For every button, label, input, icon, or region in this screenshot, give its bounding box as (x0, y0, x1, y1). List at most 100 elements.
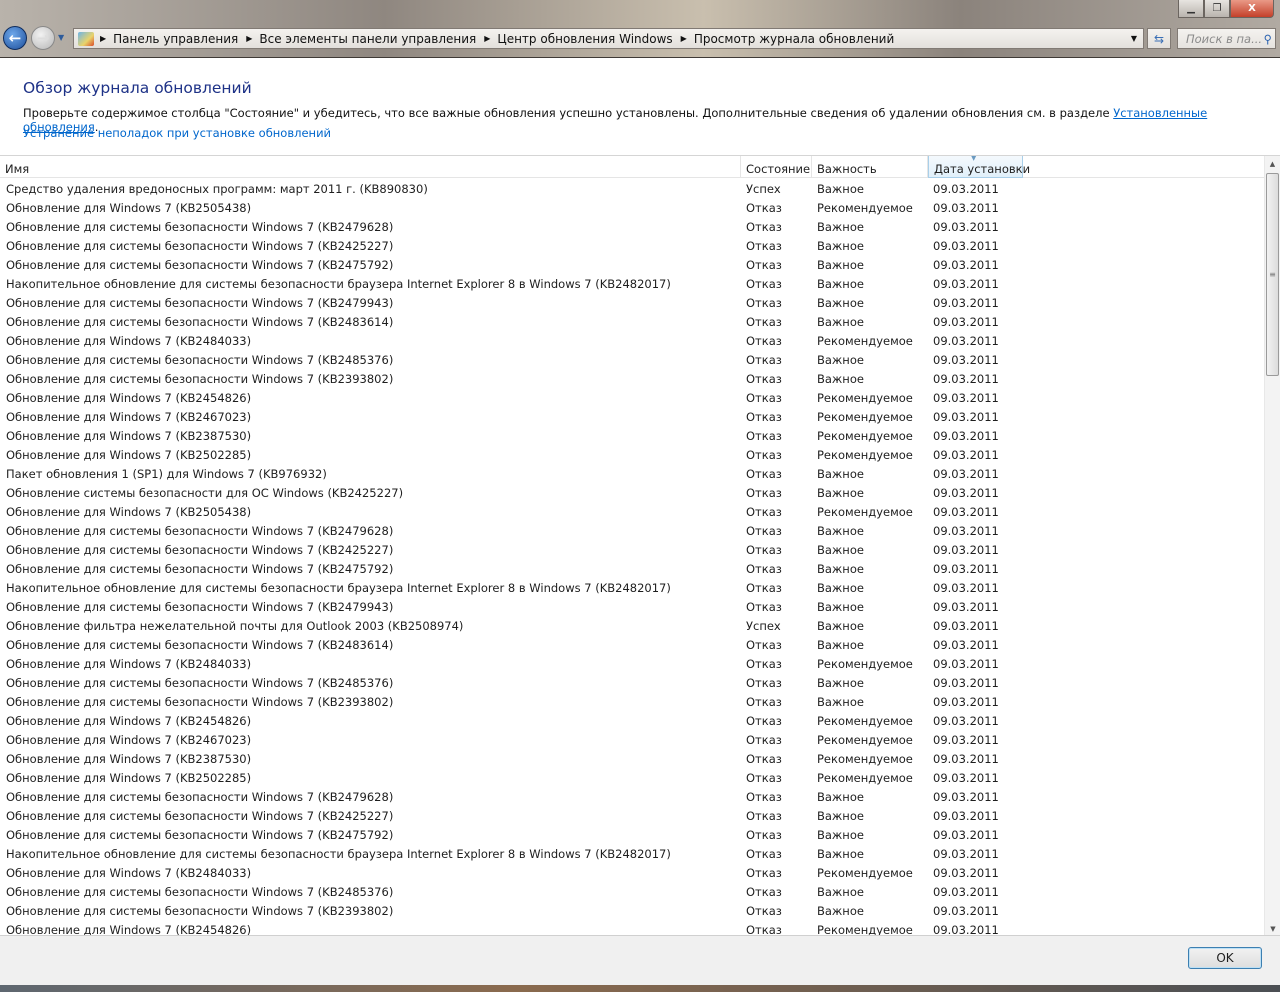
table-row[interactable]: Обновление для Windows 7 (KB2454826) Отка… (0, 711, 1264, 730)
table-row[interactable]: Обновление для Windows 7 (KB2505438) Отка… (0, 502, 1264, 521)
table-row[interactable]: Обновление для Windows 7 (KB2454826) Отка… (0, 920, 1264, 937)
address-bar[interactable]: ▶ Панель управления ▶ Все элементы панели … (73, 28, 1144, 49)
cell-date: 09.03.2011 (933, 580, 999, 595)
cell-date: 09.03.2011 (933, 808, 999, 823)
chevron-right-icon: ▶ (246, 34, 253, 43)
table-row[interactable]: Обновление для системы безопасности Wind… (0, 217, 1264, 236)
table-row[interactable]: Обновление для Windows 7 (KB2467023) Отка… (0, 730, 1264, 749)
back-button[interactable]: ← (3, 26, 27, 50)
cell-name: Обновление для Windows 7 (KB2454826) (6, 922, 252, 937)
cell-status: Отказ (746, 409, 782, 424)
cell-date: 09.03.2011 (933, 295, 999, 310)
column-header-label: Дата установки (934, 162, 1031, 176)
table-row[interactable]: Обновление для Windows 7 (KB2387530) Отка… (0, 426, 1264, 445)
cell-name: Обновление для системы безопасности Wind… (6, 371, 394, 386)
column-header-install-date[interactable]: ▼ Дата установки (928, 156, 1030, 178)
column-header-name[interactable]: Имя (0, 156, 741, 178)
table-row[interactable]: Обновление для Windows 7 (KB2484033) Отка… (0, 654, 1264, 673)
table-row[interactable]: Обновление для системы безопасности Wind… (0, 236, 1264, 255)
cell-importance: Рекомендуемое (817, 656, 913, 671)
cell-status: Отказ (746, 314, 782, 329)
table-row[interactable]: Обновление для Windows 7 (KB2484033) Отка… (0, 863, 1264, 882)
table-row[interactable]: Обновление для системы безопасности Wind… (0, 540, 1264, 559)
table-row[interactable]: Средство удаления вредоносных программ: … (0, 179, 1264, 198)
table-row[interactable]: Обновление для Windows 7 (KB2454826) Отка… (0, 388, 1264, 407)
table-row[interactable]: Обновление для системы безопасности Wind… (0, 692, 1264, 711)
refresh-button[interactable]: ⇆ (1147, 28, 1171, 49)
column-header-status[interactable]: Состояние (741, 156, 812, 178)
search-icon[interactable]: ⚲ (1264, 32, 1272, 46)
cell-name: Обновление для системы безопасности Wind… (6, 884, 394, 899)
table-row[interactable]: Обновление системы безопасности для ОС W… (0, 483, 1264, 502)
recent-pages-dropdown[interactable]: ▼ (58, 33, 64, 42)
breadcrumb-windows-update[interactable]: ▶ Центр обновления Windows (484, 32, 680, 46)
table-row[interactable]: Обновление для Windows 7 (KB2484033) Отка… (0, 331, 1264, 350)
table-row[interactable]: Обновление для системы безопасности Wind… (0, 597, 1264, 616)
cell-name: Обновление для системы безопасности Wind… (6, 903, 394, 918)
table-row[interactable]: Обновление для Windows 7 (KB2502285) Отка… (0, 768, 1264, 787)
table-row[interactable]: Обновление для системы безопасности Wind… (0, 255, 1264, 274)
cell-name: Обновление для системы безопасности Wind… (6, 352, 394, 367)
cell-status: Отказ (746, 238, 782, 253)
address-dropdown-icon[interactable]: ▼ (1131, 34, 1137, 43)
table-row[interactable]: Обновление для системы безопасности Wind… (0, 806, 1264, 825)
table-row[interactable]: Обновление для Windows 7 (KB2502285) Отка… (0, 445, 1264, 464)
close-button[interactable]: X (1230, 0, 1274, 18)
window-titlebar: ▁ ❐ X ← → ▼ ▶ Панель управления ▶ Все элем… (0, 0, 1280, 57)
table-row[interactable]: Накопительное обновление для системы без… (0, 578, 1264, 597)
breadcrumb-control-panel[interactable]: ▶ Панель управления (100, 32, 246, 46)
table-row[interactable]: Обновление для системы безопасности Wind… (0, 521, 1264, 540)
scroll-down-icon[interactable]: ▼ (1265, 921, 1280, 936)
table-row[interactable]: Обновление для системы безопасности Wind… (0, 673, 1264, 692)
cell-date: 09.03.2011 (933, 485, 999, 500)
cell-name: Обновление для системы безопасности Wind… (6, 637, 394, 652)
search-input[interactable]: Поиск в па... ⚲ (1177, 28, 1276, 49)
cell-importance: Важное (817, 675, 864, 690)
table-row[interactable]: Обновление для Windows 7 (KB2387530) Отка… (0, 749, 1264, 768)
table-row[interactable]: Обновление для системы безопасности Wind… (0, 825, 1264, 844)
cell-name: Обновление для системы безопасности Wind… (6, 523, 394, 538)
table-row[interactable]: Обновление для системы безопасности Wind… (0, 787, 1264, 806)
forward-button[interactable]: → (31, 26, 55, 50)
dialog-footer: OK (0, 935, 1280, 985)
table-row[interactable]: Обновление для системы безопасности Wind… (0, 559, 1264, 578)
table-row[interactable]: Обновление для системы безопасности Wind… (0, 635, 1264, 654)
cell-status: Отказ (746, 542, 782, 557)
table-row[interactable]: Накопительное обновление для системы без… (0, 274, 1264, 293)
cell-importance: Рекомендуемое (817, 732, 913, 747)
cell-importance: Важное (817, 314, 864, 329)
table-row[interactable]: Обновление для Windows 7 (KB2467023) Отка… (0, 407, 1264, 426)
cell-importance: Важное (817, 257, 864, 272)
cell-name: Обновление для Windows 7 (KB2505438) (6, 200, 252, 215)
cell-status: Отказ (746, 352, 782, 367)
cell-date: 09.03.2011 (933, 390, 999, 405)
table-row[interactable]: Обновление для Windows 7 (KB2505438) Отка… (0, 198, 1264, 217)
column-header-importance[interactable]: Важность (812, 156, 928, 178)
table-row[interactable]: Накопительное обновление для системы без… (0, 844, 1264, 863)
cell-date: 09.03.2011 (933, 371, 999, 386)
cell-name: Обновление фильтра нежелательной почты д… (6, 618, 464, 633)
scroll-up-icon[interactable]: ▲ (1265, 156, 1280, 172)
vertical-scrollbar[interactable]: ▲ ≡ ▼ (1264, 156, 1280, 936)
table-row[interactable]: Обновление для системы безопасности Wind… (0, 369, 1264, 388)
cell-importance: Рекомендуемое (817, 333, 913, 348)
ok-button[interactable]: OK (1188, 947, 1262, 969)
table-row[interactable]: Обновление для системы безопасности Wind… (0, 293, 1264, 312)
breadcrumb-all-items[interactable]: ▶ Все элементы панели управления (246, 32, 484, 46)
troubleshoot-link[interactable]: Устранение неполадок при установке обнов… (23, 126, 331, 140)
scrollbar-thumb[interactable]: ≡ (1266, 173, 1279, 376)
table-row[interactable]: Обновление для системы безопасности Wind… (0, 312, 1264, 331)
window-controls: ▁ ❐ X (1178, 0, 1274, 18)
table-row[interactable]: Пакет обновления 1 (SP1) для Windows 7 (… (0, 464, 1264, 483)
cell-date: 09.03.2011 (933, 333, 999, 348)
cell-date: 09.03.2011 (933, 865, 999, 880)
table-row[interactable]: Обновление для системы безопасности Wind… (0, 350, 1264, 369)
table-row[interactable]: Обновление фильтра нежелательной почты д… (0, 616, 1264, 635)
table-row[interactable]: Обновление для системы безопасности Wind… (0, 882, 1264, 901)
cell-status: Отказ (746, 675, 782, 690)
breadcrumb-update-history[interactable]: ▶ Просмотр журнала обновлений (681, 32, 903, 46)
table-row[interactable]: Обновление для системы безопасности Wind… (0, 901, 1264, 920)
cell-importance: Важное (817, 485, 864, 500)
restore-button[interactable]: ❐ (1204, 0, 1230, 18)
minimize-button[interactable]: ▁ (1178, 0, 1204, 18)
